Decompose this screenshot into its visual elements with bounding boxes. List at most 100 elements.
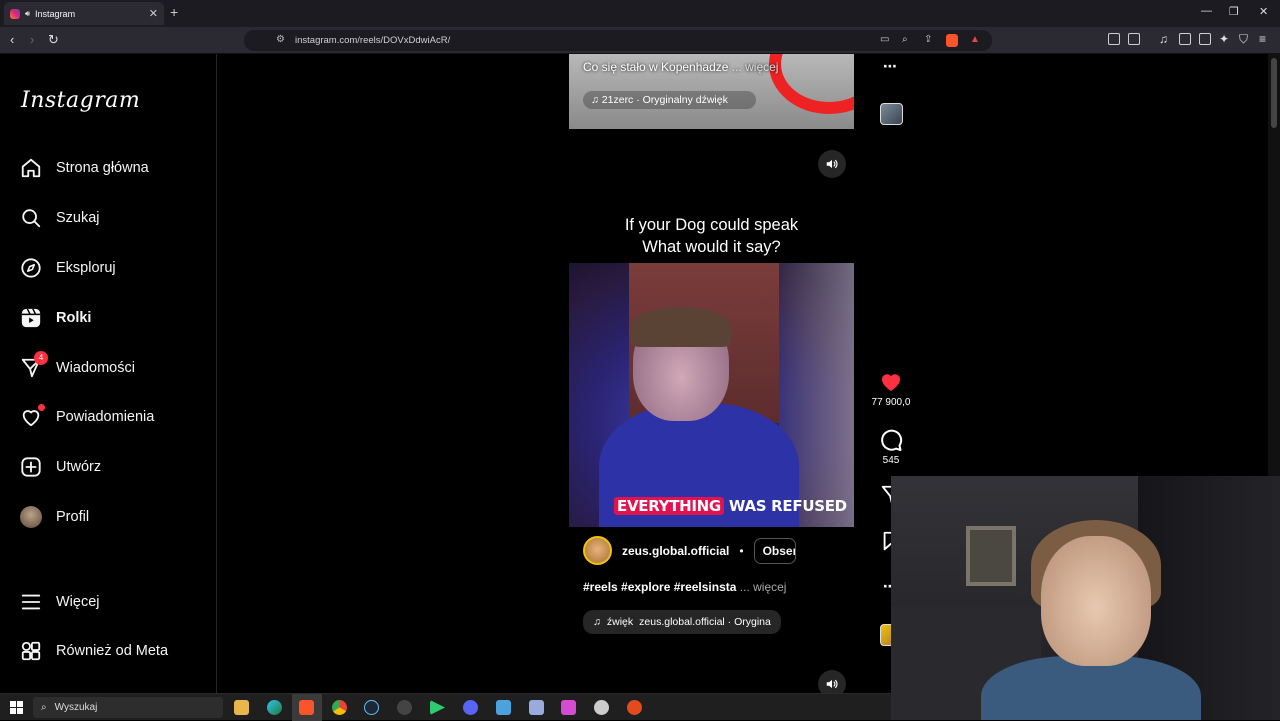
author-username[interactable]: zeus.global.official xyxy=(622,544,729,558)
avatar-icon xyxy=(20,506,42,528)
heart-filled-icon[interactable] xyxy=(879,370,903,394)
steam-icon[interactable] xyxy=(364,700,379,715)
play-app-icon[interactable] xyxy=(430,700,445,715)
back-icon[interactable]: ‹ xyxy=(10,32,14,47)
reel-video-player[interactable]: If your Dog could speak What would it sa… xyxy=(569,196,854,527)
sidebar-item-also-from-meta[interactable]: Również od Meta xyxy=(20,636,200,666)
previous-reel-caption[interactable]: Co się stało w Kopenhadze ... więcej xyxy=(583,60,778,74)
forward-icon[interactable]: › xyxy=(30,32,34,47)
webcam-picture-frame xyxy=(966,526,1016,586)
restore-button[interactable]: ❐ xyxy=(1229,5,1239,18)
messages-icon-wrapper: 4 xyxy=(20,351,48,379)
sidebar-item-label: Wiadomości xyxy=(56,360,135,376)
url-text[interactable]: instagram.com/reels/DOVxDdwiAcR/ xyxy=(295,35,450,46)
extensions-icon[interactable] xyxy=(1108,33,1120,45)
sidebar-item-label: Strona główna xyxy=(56,160,149,176)
media-icon[interactable]: ♫ xyxy=(1159,32,1168,46)
windows-start-icon[interactable] xyxy=(10,701,23,714)
comment-icon[interactable] xyxy=(879,428,903,452)
music-note-icon: ♫ xyxy=(593,616,601,628)
zoom-icon[interactable]: ⌕ xyxy=(902,34,908,45)
screenshot-icon[interactable] xyxy=(1128,33,1140,45)
sidebar-item-more[interactable]: Więcej xyxy=(20,587,200,617)
reload-icon[interactable]: ↻ xyxy=(48,32,59,48)
search-icon xyxy=(22,209,41,228)
sidebar-item-label: Również od Meta xyxy=(56,643,169,659)
github-icon[interactable] xyxy=(397,700,412,715)
site-info-icon[interactable]: ⚙︎ xyxy=(276,34,285,45)
app-icon[interactable] xyxy=(561,700,576,715)
compass-icon xyxy=(21,258,41,278)
tab-close-icon[interactable]: ✕ xyxy=(149,7,158,20)
plus-square-icon xyxy=(21,457,41,477)
sidebar-item-label: Utwórz xyxy=(56,459,102,475)
share-icon[interactable]: ⇪ xyxy=(924,34,932,45)
browser-tab[interactable]: 🔊︎ Instagram ✕ xyxy=(4,2,164,25)
new-tab-button[interactable]: + xyxy=(170,4,178,20)
headline-line: If your Dog could speak xyxy=(624,216,799,234)
vpn-icon[interactable]: ⛉ xyxy=(1239,32,1248,47)
sidebar-item-create[interactable]: Utwórz xyxy=(20,452,200,482)
comment-action[interactable]: 545 xyxy=(868,428,914,466)
reel-caption[interactable]: #reels #explore #reelsinsta ... więcej xyxy=(583,580,786,594)
cast-icon[interactable]: ▭ xyxy=(880,34,889,45)
sidebar-item-messages[interactable]: 4 Wiadomości xyxy=(20,351,200,383)
sidebar-item-explore[interactable]: Eksploruj xyxy=(20,253,200,283)
app-icon[interactable] xyxy=(496,700,511,715)
sidebar-toggle-icon[interactable] xyxy=(1179,33,1191,45)
more-link[interactable]: ... więcej xyxy=(740,580,787,594)
scrollbar-thumb[interactable] xyxy=(1271,58,1277,128)
speaker-icon[interactable]: 🔊︎ xyxy=(25,9,30,19)
comment-count: 545 xyxy=(882,455,900,466)
leo-ai-icon[interactable]: ✦ xyxy=(1219,32,1229,46)
more-options-icon[interactable]: ⋯ xyxy=(883,58,898,75)
instagram-logo[interactable]: Instagram xyxy=(21,88,140,113)
audio-text: 21zerc · Oryginalny dźwięk xyxy=(601,94,728,106)
sidebar-item-search[interactable]: Szukaj xyxy=(20,203,200,233)
minimize-button[interactable]: — xyxy=(1201,5,1212,17)
speaker-icon xyxy=(826,679,838,689)
page-scrollbar[interactable] xyxy=(1268,54,1280,476)
author-avatar[interactable] xyxy=(583,536,612,565)
address-bar[interactable]: ⚙︎ instagram.com/reels/DOVxDdwiAcR/ ▭ ⌕ … xyxy=(244,30,992,51)
like-action[interactable]: 77 900,0 xyxy=(868,370,914,408)
wallet-icon[interactable] xyxy=(1199,33,1211,45)
sidebar-item-label: Szukaj xyxy=(56,210,100,226)
menu-icon[interactable]: ≡ xyxy=(1259,32,1266,46)
taskbar-search[interactable]: ⌕ Wyszukaj xyxy=(33,697,223,718)
mute-button[interactable] xyxy=(818,150,846,178)
brave-shield-icon[interactable] xyxy=(946,34,958,47)
notification-dot xyxy=(38,404,45,411)
sidebar-item-reels[interactable]: Rolki xyxy=(20,303,200,333)
reel-video-frame[interactable]: EVERYTHING WAS REFUSED xyxy=(569,263,854,527)
more-link[interactable]: ... więcej xyxy=(732,60,779,74)
audio-thumbnail[interactable] xyxy=(880,103,903,125)
follow-button[interactable]: Obser xyxy=(753,537,796,564)
sidebar-item-profile[interactable]: Profil xyxy=(20,502,200,532)
previous-reel[interactable]: Co się stało w Kopenhadze ... więcej ♫ 2… xyxy=(569,54,854,129)
edge-icon[interactable] xyxy=(267,700,282,715)
app-icon[interactable] xyxy=(627,700,642,715)
reel-audio-pill[interactable]: ♫ źwięk zeus.global.official · Orygina xyxy=(583,610,781,634)
chrome-icon[interactable] xyxy=(332,700,347,715)
audio-text: zeus.global.official · Orygina xyxy=(639,616,771,628)
discord-icon[interactable] xyxy=(463,700,478,715)
brave-icon[interactable] xyxy=(299,700,314,715)
audio-prefix: źwięk xyxy=(606,616,634,628)
caption-text: Co się stało w Kopenhadze xyxy=(583,60,729,74)
instagram-sidebar: Instagram Strona główna Szukaj Eksploruj… xyxy=(0,54,217,693)
subtitle-highlight: EVERYTHING xyxy=(614,497,724,515)
file-explorer-icon[interactable] xyxy=(234,700,249,715)
close-window-button[interactable]: ✕ xyxy=(1259,5,1268,18)
notepad-icon[interactable] xyxy=(529,700,544,715)
search-placeholder: Wyszukaj xyxy=(54,702,98,713)
app-icon[interactable] xyxy=(594,700,609,715)
sidebar-item-notifications[interactable]: Powiadomienia xyxy=(20,402,200,432)
windows-taskbar: ⌕ Wyszukaj xyxy=(0,693,891,721)
separator-dot: • xyxy=(739,543,744,558)
previous-reel-audio[interactable]: ♫ 21zerc · Oryginalny dźwięk xyxy=(583,91,756,109)
sidebar-item-home[interactable]: Strona główna xyxy=(20,153,200,183)
brave-rewards-icon[interactable]: ▲ xyxy=(970,34,980,45)
sidebar-item-label: Eksploruj xyxy=(56,260,116,276)
browser-tab-bar: 🔊︎ Instagram ✕ + — ❐ ✕ xyxy=(0,0,1280,27)
